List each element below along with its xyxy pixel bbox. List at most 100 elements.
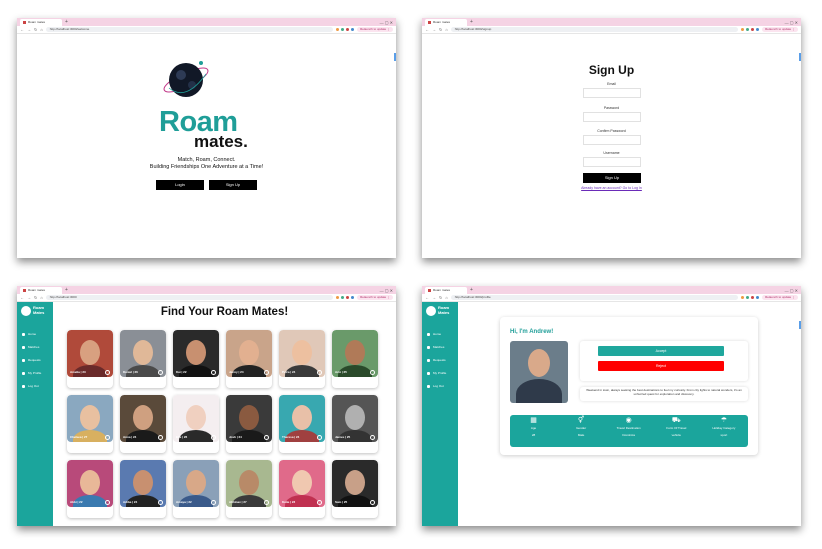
info-icon[interactable] (211, 500, 216, 505)
relaunch-button[interactable]: Relaunch to update ⋮ (357, 295, 393, 300)
email-field[interactable] (583, 88, 641, 98)
profile-card[interactable]: Jenny | 24 (226, 330, 272, 388)
sidebar-item-logout[interactable]: Log Out (22, 384, 39, 388)
url-field[interactable]: http://localhost:3000 (45, 295, 334, 300)
back-icon[interactable]: ← (20, 295, 24, 300)
back-icon[interactable]: ← (425, 27, 429, 32)
info-icon[interactable] (211, 370, 216, 375)
profile-card[interactable]: Amelia | 23 (67, 330, 113, 388)
info-icon[interactable] (264, 435, 269, 440)
profile-card[interactable]: James | 25 (332, 395, 378, 453)
profile-card[interactable]: Josh | 24 (226, 395, 272, 453)
extension-icon[interactable] (346, 296, 350, 299)
sidebar-item-home[interactable]: Home (427, 332, 441, 336)
signup-button[interactable]: Sign Up (209, 180, 257, 190)
extension-icon[interactable] (751, 28, 755, 31)
reject-button[interactable]: Reject (598, 361, 724, 371)
extension-icon[interactable] (756, 296, 760, 299)
url-field[interactable]: http://localhost:3000/profile (450, 295, 739, 300)
username-field[interactable] (583, 157, 641, 167)
sidebar-item-matches[interactable]: Matches (427, 345, 444, 349)
reload-icon[interactable]: ↻ (439, 295, 442, 300)
sidebar-item-logout[interactable]: Log Out (427, 384, 444, 388)
reload-icon[interactable]: ↻ (34, 295, 37, 300)
profile-card[interactable]: Kai | 22 (173, 330, 219, 388)
info-icon[interactable] (264, 370, 269, 375)
home-icon[interactable]: ⌂ (40, 295, 42, 300)
new-tab-button[interactable]: + (65, 19, 68, 26)
window-controls[interactable]: — ▢ ✕ (785, 19, 801, 26)
back-icon[interactable]: ← (20, 27, 24, 32)
info-icon[interactable] (317, 435, 322, 440)
info-icon[interactable] (370, 370, 375, 375)
window-controls[interactable]: — ▢ ✕ (380, 287, 396, 294)
sidebar-item-profile[interactable]: My Profile (22, 371, 41, 375)
window-controls[interactable]: — ▢ ✕ (785, 287, 801, 294)
home-icon[interactable]: ⌂ (445, 27, 447, 32)
profile-card[interactable]: Abbi | 22 (67, 460, 113, 518)
back-icon[interactable]: ← (425, 295, 429, 300)
info-icon[interactable] (105, 435, 110, 440)
forward-icon[interactable]: → (432, 27, 436, 32)
profile-card[interactable]: Sam | 25 (332, 460, 378, 518)
home-icon[interactable]: ⌂ (40, 27, 42, 32)
profile-card[interactable]: Aziz | 25 (332, 330, 378, 388)
sidebar-item-requests[interactable]: Requests (22, 358, 41, 362)
extension-icon[interactable] (336, 296, 340, 299)
profile-card[interactable]: Elle | 26 (173, 395, 219, 453)
password-field[interactable] (583, 112, 641, 122)
extension-icon[interactable] (741, 28, 745, 31)
browser-tab[interactable]: Roam mates (20, 287, 62, 294)
extension-icon[interactable] (746, 28, 750, 31)
browser-tab[interactable]: Roam mates (425, 287, 467, 294)
browser-tab[interactable]: Roam mates (20, 19, 62, 26)
confirm-password-field[interactable] (583, 135, 641, 145)
profile-card[interactable]: Katie | 23 (279, 460, 325, 518)
extension-icon[interactable] (746, 296, 750, 299)
info-icon[interactable] (317, 370, 322, 375)
profile-card[interactable]: Anna | 24 (120, 395, 166, 453)
profile-card[interactable]: Adiba | 24 (120, 460, 166, 518)
login-button[interactable]: Login (156, 180, 204, 190)
profile-card[interactable]: Abhinav | 27 (226, 460, 272, 518)
url-field[interactable]: http://localhost:3000/signup (450, 27, 739, 32)
profile-card[interactable]: Petra | 24 (279, 330, 325, 388)
profile-card[interactable]: Theresa | 24 (279, 395, 325, 453)
extension-icon[interactable] (741, 296, 745, 299)
info-icon[interactable] (158, 435, 163, 440)
profile-card[interactable]: Amaya | 22 (173, 460, 219, 518)
extension-icon[interactable] (756, 28, 760, 31)
extension-icon[interactable] (341, 28, 345, 31)
new-tab-button[interactable]: + (470, 19, 473, 26)
signup-submit-button[interactable]: Sign Up (583, 173, 641, 183)
extension-icon[interactable] (351, 28, 355, 31)
extension-icon[interactable] (341, 296, 345, 299)
url-field[interactable]: http://localhost:3000/welcome (45, 27, 334, 32)
info-icon[interactable] (370, 435, 375, 440)
login-link[interactable]: Already have an account? Go to Log In (422, 186, 801, 190)
relaunch-button[interactable]: Relaunch to update ⋮ (357, 27, 393, 32)
info-icon[interactable] (264, 500, 269, 505)
sidebar-item-requests[interactable]: Requests (427, 358, 446, 362)
info-icon[interactable] (370, 500, 375, 505)
profile-card[interactable]: Chelsea | 27 (67, 395, 113, 453)
info-icon[interactable] (105, 500, 110, 505)
info-icon[interactable] (211, 435, 216, 440)
info-icon[interactable] (158, 370, 163, 375)
forward-icon[interactable]: → (27, 27, 31, 32)
sidebar-item-matches[interactable]: Matches (22, 345, 39, 349)
relaunch-button[interactable]: Relaunch to update ⋮ (762, 27, 798, 32)
extension-icon[interactable] (346, 28, 350, 31)
extension-icon[interactable] (336, 28, 340, 31)
new-tab-button[interactable]: + (470, 287, 473, 294)
profile-card[interactable]: Daniel | 26 (120, 330, 166, 388)
browser-tab[interactable]: Roam mates (425, 19, 467, 26)
reload-icon[interactable]: ↻ (439, 27, 442, 32)
info-icon[interactable] (158, 500, 163, 505)
forward-icon[interactable]: → (27, 295, 31, 300)
home-icon[interactable]: ⌂ (445, 295, 447, 300)
sidebar-item-profile[interactable]: My Profile (427, 371, 446, 375)
extension-icon[interactable] (351, 296, 355, 299)
window-controls[interactable]: — ▢ ✕ (380, 19, 396, 26)
relaunch-button[interactable]: Relaunch to update ⋮ (762, 295, 798, 300)
